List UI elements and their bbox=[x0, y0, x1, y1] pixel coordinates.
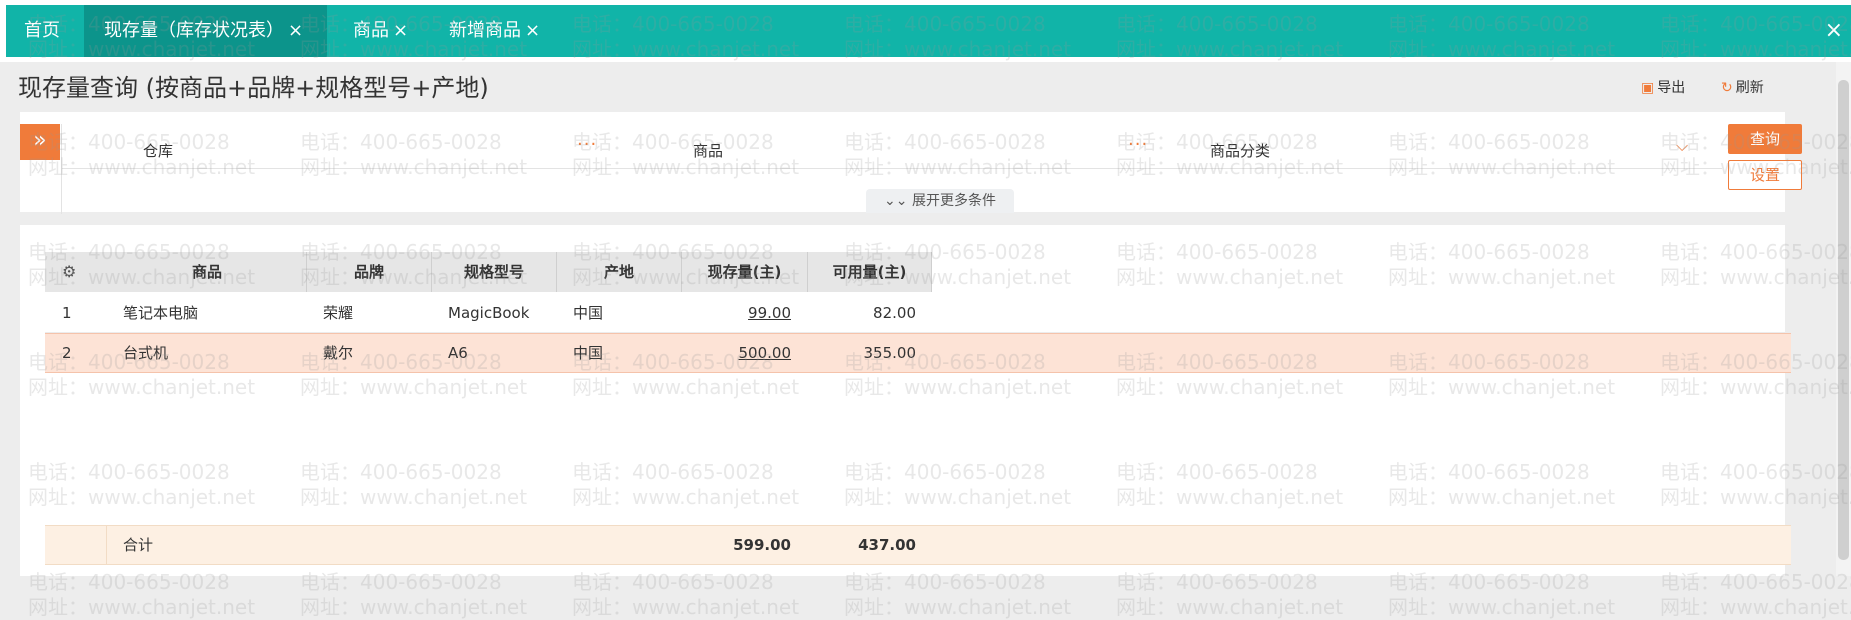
tab-label: 商品 bbox=[353, 20, 389, 41]
settings-button[interactable]: 设置 bbox=[1728, 160, 1802, 190]
cell-origin: 中国 bbox=[573, 344, 604, 362]
header-origin[interactable]: 产地 bbox=[557, 252, 681, 292]
refresh-button[interactable]: ↻ 刷新 bbox=[1721, 77, 1764, 97]
watermark-text: 电话：400-665-0028网址：www.chanjet.net bbox=[1116, 570, 1344, 619]
refresh-label: 刷新 bbox=[1735, 80, 1764, 96]
total-divider bbox=[106, 525, 107, 565]
watermark-text: 电话：400-665-0028网址：www.chanjet.net bbox=[844, 570, 1072, 619]
tab-label: 现存量（库存状况表） bbox=[104, 20, 284, 41]
warehouse-picker-icon[interactable]: ··· bbox=[577, 134, 597, 155]
tab-bar: 首页 现存量（库存状况表） × 商品 × 新增商品 × × bbox=[0, 0, 1851, 62]
cell-spec: MagicBook bbox=[448, 304, 530, 322]
cell-on-hand-link[interactable]: 500.00 bbox=[682, 333, 792, 373]
query-button[interactable]: 查询 bbox=[1728, 124, 1802, 154]
cell-product: 笔记本电脑 bbox=[123, 304, 199, 322]
double-chevron-down-icon: ⌄⌄ bbox=[884, 193, 908, 209]
close-icon[interactable]: × bbox=[288, 20, 303, 41]
cell-brand: 荣耀 bbox=[323, 304, 354, 322]
tab-inventory-status[interactable]: 现存量（库存状况表） × bbox=[84, 5, 327, 57]
tab-new-product[interactable]: 新增商品 × bbox=[449, 5, 540, 57]
cell-origin: 中国 bbox=[573, 304, 604, 322]
divider bbox=[61, 124, 62, 214]
row-number: 2 bbox=[62, 344, 72, 362]
chevron-down-icon[interactable]: ⌵ bbox=[1676, 136, 1688, 156]
cell-on-hand-link[interactable]: 99.00 bbox=[682, 293, 791, 333]
watermark-text: 电话：400-665-0028网址：www.chanjet.net bbox=[300, 570, 528, 619]
cell-product: 台式机 bbox=[123, 344, 169, 362]
cell-brand: 戴尔 bbox=[323, 344, 354, 362]
page-title: 现存量查询 (按商品+品牌+规格型号+产地) bbox=[18, 74, 489, 102]
header-spec[interactable]: 规格型号 bbox=[432, 252, 556, 292]
total-label: 合计 bbox=[123, 536, 154, 554]
watermark-text: 电话：400-665-0028网址：www.chanjet.net bbox=[1660, 570, 1851, 619]
tab-home[interactable]: 首页 bbox=[24, 5, 60, 57]
watermark-text: 电话：400-665-0028网址：www.chanjet.net bbox=[1388, 570, 1616, 619]
cell-available: 355.00 bbox=[863, 344, 917, 362]
category-label: 商品分类 bbox=[1210, 142, 1271, 160]
expand-more-label: 展开更多条件 bbox=[911, 193, 996, 209]
total-on-hand: 599.00 bbox=[733, 536, 791, 554]
product-picker-icon[interactable]: ··· bbox=[1128, 134, 1148, 155]
tab-strip: 首页 现存量（库存状况表） × 商品 × 新增商品 × × bbox=[6, 5, 1851, 57]
scrollbar-thumb[interactable] bbox=[1838, 80, 1849, 560]
divider bbox=[62, 168, 1722, 169]
watermark-text: 电话：400-665-0028网址：www.chanjet.net bbox=[28, 570, 256, 619]
header-available[interactable]: 可用量(主) bbox=[808, 252, 931, 292]
column-divider[interactable] bbox=[931, 252, 932, 292]
export-button[interactable]: ▣ 导出 bbox=[1641, 77, 1685, 97]
export-label: 导出 bbox=[1657, 80, 1686, 96]
table-row[interactable] bbox=[45, 293, 1791, 333]
refresh-icon: ↻ bbox=[1721, 80, 1733, 96]
table-row-selected[interactable] bbox=[45, 333, 1791, 373]
total-available: 437.00 bbox=[858, 536, 916, 554]
export-icon: ▣ bbox=[1641, 80, 1655, 96]
collapse-filter-button[interactable]: » bbox=[20, 124, 60, 160]
header-on-hand[interactable]: 现存量(主) bbox=[682, 252, 807, 292]
cell-spec: A6 bbox=[448, 344, 468, 362]
total-row bbox=[45, 525, 1791, 565]
watermark-text: 电话：400-665-0028网址：www.chanjet.net bbox=[572, 570, 800, 619]
close-icon[interactable]: × bbox=[525, 20, 540, 41]
tab-label: 新增商品 bbox=[449, 20, 521, 41]
cell-available: 82.00 bbox=[873, 304, 916, 322]
warehouse-label: 仓库 bbox=[143, 142, 174, 160]
expand-more-conditions[interactable]: ⌄⌄ 展开更多条件 bbox=[866, 189, 1014, 213]
header-brand[interactable]: 品牌 bbox=[307, 252, 431, 292]
close-icon[interactable]: × bbox=[393, 20, 408, 41]
tab-products[interactable]: 商品 × bbox=[353, 5, 408, 57]
on-hand-value[interactable]: 99.00 bbox=[748, 304, 791, 322]
close-all-icon[interactable]: × bbox=[1825, 5, 1843, 57]
on-hand-value[interactable]: 500.00 bbox=[739, 344, 792, 362]
gear-icon[interactable]: ⚙ bbox=[62, 262, 76, 281]
header-product[interactable]: 商品 bbox=[107, 252, 307, 292]
row-number: 1 bbox=[62, 304, 72, 322]
product-label: 商品 bbox=[693, 142, 724, 160]
